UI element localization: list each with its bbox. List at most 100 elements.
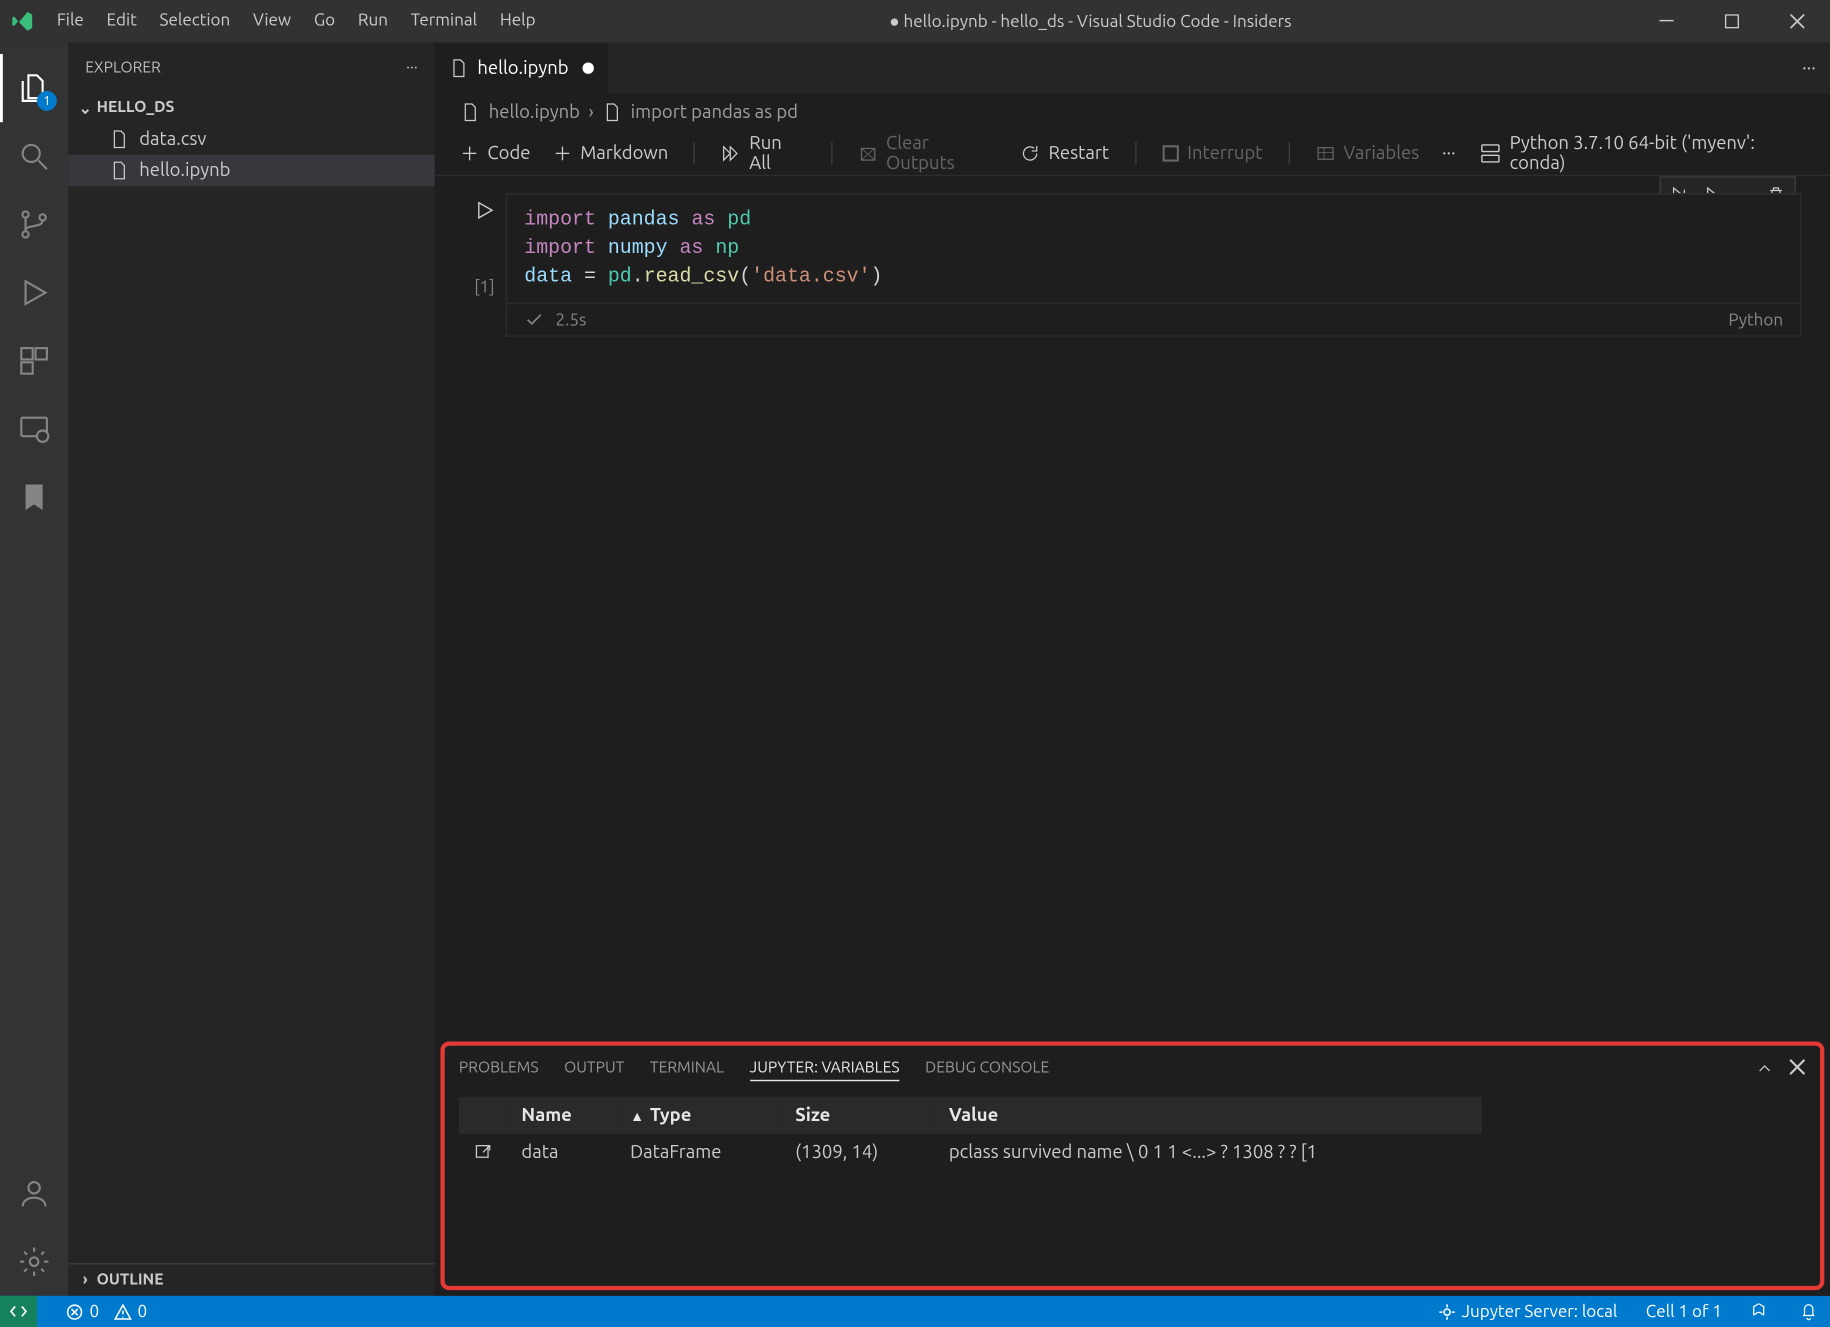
interrupt-button[interactable]: Interrupt bbox=[1162, 143, 1263, 163]
panel-maximize-icon[interactable] bbox=[1755, 1058, 1775, 1078]
panel-tab-debug-console[interactable]: DEBUG CONSOLE bbox=[925, 1057, 1049, 1080]
activity-extensions[interactable] bbox=[0, 327, 68, 395]
close-button[interactable] bbox=[1765, 0, 1830, 43]
menu-selection[interactable]: Selection bbox=[148, 0, 241, 43]
explorer-more-icon[interactable]: ··· bbox=[406, 59, 418, 76]
menu-run[interactable]: Run bbox=[347, 0, 400, 43]
code-token: as bbox=[691, 209, 715, 232]
activity-settings[interactable] bbox=[0, 1228, 68, 1296]
menu-terminal[interactable]: Terminal bbox=[399, 0, 488, 43]
notebook-cell[interactable]: [1] import pandas as pd import numpy bbox=[435, 188, 1830, 337]
status-bell-icon[interactable] bbox=[1793, 1296, 1824, 1327]
chevron-down-icon: ⌄ bbox=[74, 99, 97, 117]
code-token: ( bbox=[739, 266, 751, 289]
activity-search[interactable] bbox=[0, 122, 68, 190]
gear-icon bbox=[17, 1245, 51, 1279]
interrupt-icon bbox=[1162, 144, 1179, 161]
maximize-button[interactable] bbox=[1699, 0, 1764, 43]
status-bar: 0 0 Jupyter Server: local Cell 1 of 1 bbox=[0, 1296, 1830, 1327]
menu-help[interactable]: Help bbox=[488, 0, 546, 43]
file-row-data-csv[interactable]: data.csv bbox=[68, 124, 435, 155]
open-in-data-viewer-icon[interactable] bbox=[459, 1134, 507, 1171]
status-problems[interactable]: 0 0 bbox=[60, 1296, 153, 1327]
menu-edit[interactable]: Edit bbox=[95, 0, 148, 43]
minimize-button[interactable] bbox=[1634, 0, 1699, 43]
panel-tab-problems[interactable]: PROBLEMS bbox=[459, 1057, 539, 1080]
col-name[interactable]: Name bbox=[507, 1097, 616, 1134]
search-icon bbox=[17, 139, 51, 173]
plus-icon: ＋ bbox=[460, 139, 478, 166]
status-jupyter-server[interactable]: Jupyter Server: local bbox=[1432, 1296, 1623, 1327]
menu-file[interactable]: File bbox=[45, 0, 95, 43]
variables-button[interactable]: Variables bbox=[1315, 143, 1419, 163]
outline-section[interactable]: › OUTLINE bbox=[68, 1265, 435, 1296]
kernel-selector[interactable]: Python 3.7.10 64-bit ('myenv': conda) bbox=[1478, 133, 1804, 173]
remote-indicator[interactable] bbox=[0, 1296, 37, 1327]
editor-region: hello.ipynb ··· hello.ipynb › import pan… bbox=[435, 43, 1830, 1296]
cell-language[interactable]: Python bbox=[1728, 310, 1783, 328]
code-token: import bbox=[524, 209, 596, 232]
code-token: import bbox=[524, 237, 596, 260]
panel-tab-output[interactable]: OUTPUT bbox=[564, 1057, 624, 1080]
var-type: DataFrame bbox=[616, 1134, 781, 1171]
panel-tab-terminal[interactable]: TERMINAL bbox=[650, 1057, 724, 1080]
code-token: read_csv bbox=[644, 266, 740, 289]
status-feedback-icon[interactable] bbox=[1745, 1296, 1776, 1327]
window-title: ● hello.ipynb - hello_ds - Visual Studio… bbox=[547, 11, 1634, 31]
col-type[interactable]: ▲Type bbox=[616, 1097, 781, 1134]
run-cell-button[interactable] bbox=[473, 199, 496, 222]
col-value[interactable]: Value bbox=[935, 1097, 1482, 1134]
activity-explorer[interactable]: 1 bbox=[0, 54, 68, 122]
col-size[interactable]: Size bbox=[781, 1097, 935, 1134]
error-icon bbox=[65, 1302, 83, 1320]
breadcrumb[interactable]: hello.ipynb › import pandas as pd bbox=[435, 94, 1830, 131]
breadcrumb-file: hello.ipynb bbox=[489, 102, 580, 122]
notebook-toolbar: ＋ Code ＋ Markdown Run All Clear Outputs bbox=[435, 131, 1830, 176]
add-markdown-button[interactable]: ＋ Markdown bbox=[553, 139, 668, 166]
add-code-button[interactable]: ＋ Code bbox=[460, 139, 530, 166]
folder-header[interactable]: ⌄ HELLO_DS bbox=[68, 92, 435, 123]
status-cell-position[interactable]: Cell 1 of 1 bbox=[1640, 1296, 1728, 1327]
sort-asc-icon: ▲ bbox=[630, 1108, 644, 1124]
add-markdown-label: Markdown bbox=[580, 143, 668, 163]
variables-icon bbox=[1315, 143, 1335, 163]
panel-tab-jupyter-variables[interactable]: JUPYTER: VARIABLES bbox=[750, 1056, 900, 1080]
file-row-hello-ipynb[interactable]: hello.ipynb bbox=[68, 155, 435, 186]
toolbar-more-icon[interactable]: ··· bbox=[1442, 143, 1456, 163]
remote-explorer-icon bbox=[17, 412, 51, 446]
panel-close-icon[interactable] bbox=[1789, 1058, 1806, 1078]
title-bar: File Edit Selection View Go Run Terminal… bbox=[0, 0, 1830, 43]
panel-tabs: PROBLEMS OUTPUT TERMINAL JUPYTER: VARIAB… bbox=[445, 1046, 1820, 1091]
var-size: (1309, 14) bbox=[781, 1134, 935, 1171]
clear-outputs-button[interactable]: Clear Outputs bbox=[858, 133, 998, 173]
code-editor[interactable]: import pandas as pd import numpy as np bbox=[506, 193, 1802, 304]
run-all-button[interactable]: Run All bbox=[721, 133, 805, 173]
notebook-view[interactable]: ··· [1] import pandas bbox=[435, 176, 1830, 1041]
activity-badge: 1 bbox=[37, 91, 57, 111]
chevron-right-icon: › bbox=[74, 1272, 97, 1289]
file-icon bbox=[108, 161, 131, 181]
restart-button[interactable]: Restart bbox=[1020, 143, 1109, 163]
remote-icon bbox=[9, 1301, 29, 1321]
outline-label: OUTLINE bbox=[97, 1272, 164, 1289]
activity-source-control[interactable] bbox=[0, 190, 68, 258]
code-token: . bbox=[632, 266, 644, 289]
var-value: pclass survived name \ 0 1 1 <...> ? 130… bbox=[935, 1134, 1482, 1171]
execution-time: 2.5s bbox=[556, 310, 587, 328]
editor-more-icon[interactable]: ··· bbox=[1802, 58, 1816, 78]
extensions-icon bbox=[17, 344, 51, 378]
activity-remote-explorer[interactable] bbox=[0, 395, 68, 463]
menu-view[interactable]: View bbox=[242, 0, 303, 43]
code-token: np bbox=[715, 237, 739, 260]
warning-count: 0 bbox=[138, 1302, 148, 1320]
activity-bookmark[interactable] bbox=[0, 463, 68, 531]
activity-accounts[interactable] bbox=[0, 1159, 68, 1227]
editor-tab-hello[interactable]: hello.ipynb bbox=[435, 43, 610, 94]
run-all-label: Run All bbox=[749, 133, 805, 173]
activity-run-debug[interactable] bbox=[0, 259, 68, 327]
menu-go[interactable]: Go bbox=[302, 0, 346, 43]
variable-row[interactable]: data DataFrame (1309, 14) pclass survive… bbox=[459, 1134, 1482, 1171]
warning-icon bbox=[113, 1302, 131, 1320]
code-token: = bbox=[572, 266, 608, 289]
execution-count: [1] bbox=[474, 278, 494, 296]
